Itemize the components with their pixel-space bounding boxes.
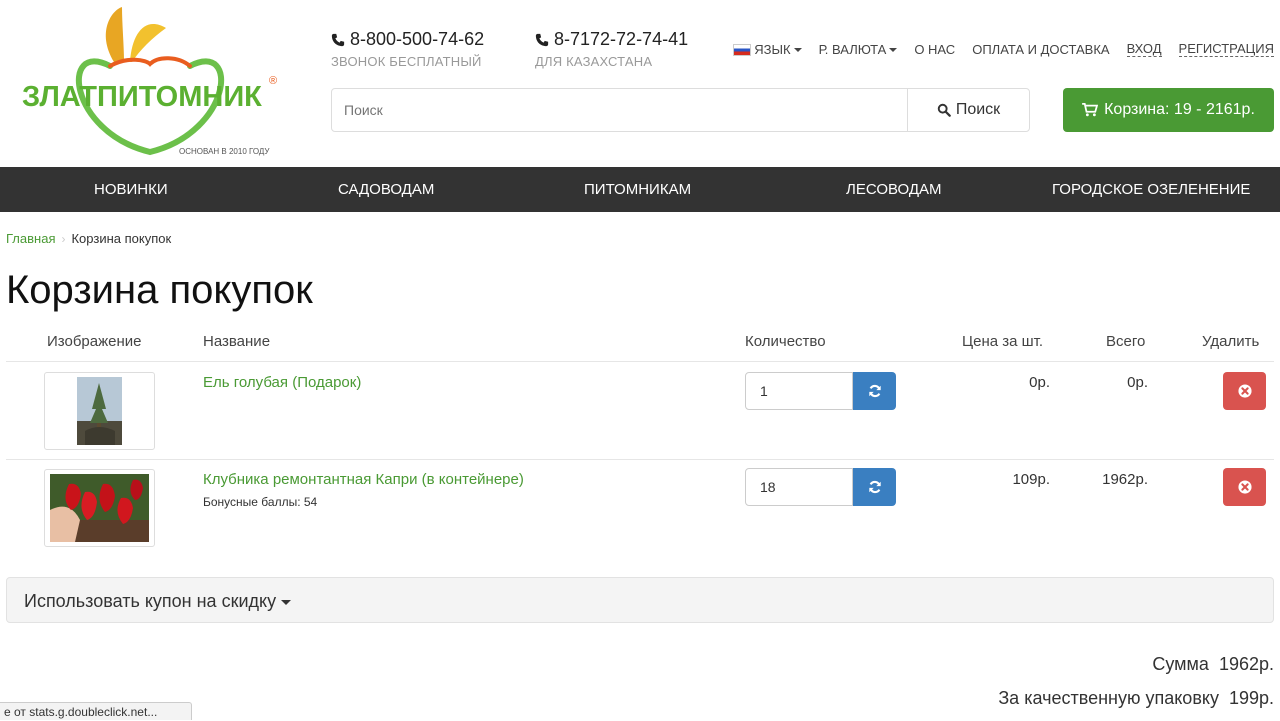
- column-header-unit-price: Цена за шт.: [962, 333, 1043, 350]
- refresh-quantity-button[interactable]: [853, 468, 896, 506]
- divider: [6, 361, 1274, 362]
- breadcrumb: Главная › Корзина покупок: [6, 231, 171, 246]
- refresh-icon: [868, 480, 882, 494]
- menu-gardeners[interactable]: САДОВОДАМ: [338, 167, 434, 212]
- currency-dropdown[interactable]: Р. ВАЛЮТА: [819, 42, 898, 57]
- phone-number[interactable]: 8-7172-72-74-41: [554, 29, 688, 50]
- russia-flag-icon: [733, 44, 751, 56]
- subtotal-value: 1962р.: [1219, 654, 1274, 675]
- product-image-strawberry: [45, 470, 154, 546]
- svg-text:®: ®: [269, 75, 277, 87]
- column-header-quantity: Количество: [745, 333, 826, 350]
- chevron-right-icon: ›: [61, 232, 65, 246]
- column-header-image: Изображение: [47, 333, 142, 350]
- remove-item-button[interactable]: [1223, 372, 1266, 410]
- refresh-icon: [868, 384, 882, 398]
- about-link[interactable]: О НАС: [914, 42, 955, 57]
- phone-free: 8-800-500-74-62 ЗВОНОК БЕСПЛАТНЫЙ: [331, 29, 484, 69]
- packing-fee-value: 199р.: [1229, 688, 1274, 709]
- phone-note: ЗВОНОК БЕСПЛАТНЫЙ: [331, 54, 484, 69]
- register-link[interactable]: РЕГИСТРАЦИЯ: [1179, 41, 1274, 57]
- unit-price: 0р.: [1029, 374, 1050, 391]
- divider: [6, 459, 1274, 460]
- column-header-name: Название: [203, 333, 270, 350]
- coupon-toggle[interactable]: Использовать купон на скидку: [6, 577, 1274, 623]
- packing-fee-label: За качественную упаковку: [998, 688, 1219, 709]
- caret-down-icon: [281, 600, 291, 605]
- refresh-quantity-button[interactable]: [853, 372, 896, 410]
- menu-new[interactable]: НОВИНКИ: [94, 167, 168, 212]
- remove-item-button[interactable]: [1223, 468, 1266, 506]
- product-thumbnail[interactable]: [44, 469, 155, 547]
- phone-kazakhstan: 8-7172-72-74-41 ДЛЯ КАЗАХСТАНА: [535, 29, 688, 69]
- quantity-input[interactable]: [745, 372, 853, 410]
- breadcrumb-home[interactable]: Главная: [6, 231, 55, 246]
- browser-status-bar: е от stats.g.doubleclick.net...: [0, 702, 192, 720]
- coupon-label: Использовать купон на скидку: [24, 591, 276, 611]
- unit-price: 109р.: [1012, 471, 1050, 488]
- payment-delivery-link[interactable]: ОПЛАТА И ДОСТАВКА: [972, 42, 1109, 57]
- svg-text:ЗЛАТПИТОМНИК: ЗЛАТПИТОМНИК: [22, 81, 262, 113]
- cart-icon: [1082, 103, 1098, 117]
- menu-nurseries[interactable]: ПИТОМНИКАМ: [584, 167, 691, 212]
- phone-icon: [331, 33, 345, 47]
- subtotal-row: Сумма 1962р.: [1152, 654, 1274, 675]
- search-icon: [937, 103, 951, 117]
- quantity-control: [745, 372, 896, 410]
- main-menu: НОВИНКИ САДОВОДАМ ПИТОМНИКАМ ЛЕСОВОДАМ Г…: [0, 167, 1280, 212]
- menu-urban-greening[interactable]: ГОРОДСКОЕ ОЗЕЛЕНЕНИЕ: [1052, 167, 1250, 212]
- remove-circle-icon: [1238, 384, 1252, 398]
- quantity-input[interactable]: [745, 468, 853, 506]
- row-total: 1962р.: [1102, 471, 1148, 488]
- search-input[interactable]: [332, 89, 907, 131]
- page-title: Корзина покупок: [6, 268, 313, 313]
- subtotal-label: Сумма: [1152, 654, 1209, 675]
- quantity-control: [745, 468, 896, 506]
- remove-circle-icon: [1238, 480, 1252, 494]
- cart-summary: Корзина: 19 - 2161р.: [1104, 101, 1255, 119]
- site-header: ЗЛАТПИТОМНИК ® ОСНОВАН В 2010 ГОДУ 8-800…: [0, 0, 1280, 167]
- product-name-link[interactable]: Ель голубая (Подарок): [203, 374, 361, 391]
- cart-button[interactable]: Корзина: 19 - 2161р.: [1063, 88, 1274, 132]
- language-dropdown[interactable]: ЯЗЫК: [733, 42, 801, 57]
- column-header-total: Всего: [1106, 333, 1145, 350]
- menu-foresters[interactable]: ЛЕСОВОДАМ: [846, 167, 942, 212]
- column-header-remove: Удалить: [1202, 333, 1259, 350]
- bonus-points: Бонусные баллы: 54: [203, 495, 317, 509]
- product-image-spruce: [45, 373, 154, 449]
- breadcrumb-current: Корзина покупок: [71, 231, 171, 246]
- top-nav: ЯЗЫК Р. ВАЛЮТА О НАС ОПЛАТА И ДОСТАВКА В…: [733, 41, 1274, 57]
- svg-text:ОСНОВАН В 2010 ГОДУ: ОСНОВАН В 2010 ГОДУ: [179, 147, 270, 156]
- row-total: 0р.: [1127, 374, 1148, 391]
- phone-icon: [535, 33, 549, 47]
- product-name-link[interactable]: Клубника ремонтантная Капри (в контейнер…: [203, 471, 524, 488]
- phone-note: ДЛЯ КАЗАХСТАНА: [535, 54, 688, 69]
- product-thumbnail[interactable]: [44, 372, 155, 450]
- search-button[interactable]: Поиск: [907, 89, 1029, 131]
- packing-fee-row: За качественную упаковку 199р.: [998, 688, 1274, 709]
- login-link[interactable]: ВХОД: [1127, 41, 1162, 57]
- phone-number[interactable]: 8-800-500-74-62: [350, 29, 484, 50]
- brand-logo[interactable]: ЗЛАТПИТОМНИК ® ОСНОВАН В 2010 ГОДУ: [20, 4, 285, 158]
- search-bar: Поиск: [331, 88, 1030, 132]
